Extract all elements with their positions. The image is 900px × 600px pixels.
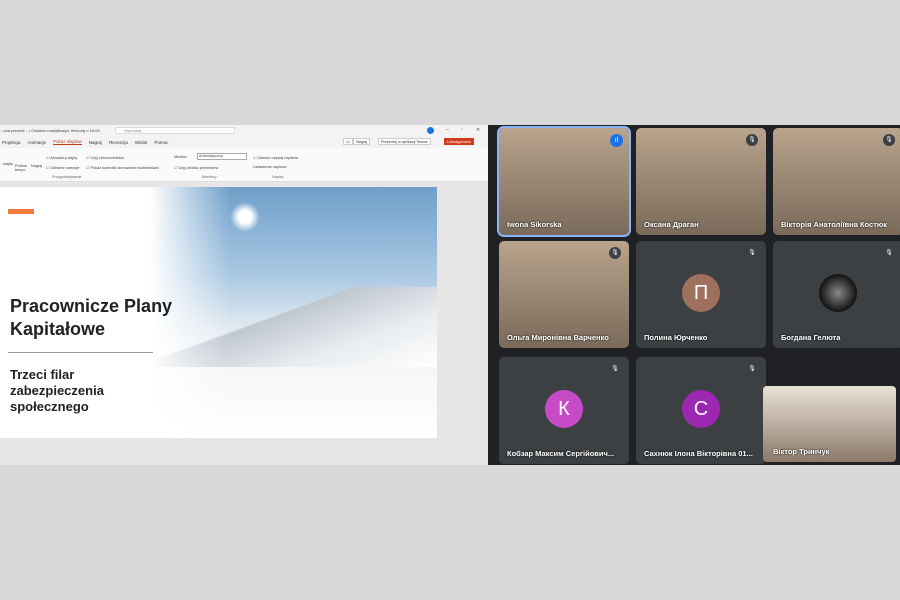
mic-muted-icon: 🎙 bbox=[746, 247, 758, 259]
group-monitors-label: Monitory bbox=[202, 175, 217, 179]
record-slideshow-button[interactable]: Nagraj bbox=[31, 164, 42, 168]
participant-name: Богдана Гелюта bbox=[781, 333, 841, 342]
participant-name: Iwona Sikorska bbox=[507, 220, 562, 229]
mic-muted-icon: 🎙 bbox=[609, 363, 621, 375]
restore-icon[interactable]: ▫ bbox=[461, 127, 463, 133]
divider bbox=[8, 352, 153, 353]
ribbon: ...slajdu Próbne tempo Nagraj Aktualizuj… bbox=[0, 148, 488, 182]
self-view[interactable]: Віктор Тринчук bbox=[763, 386, 896, 462]
group-captions-label: Napisy bbox=[272, 175, 284, 179]
powerpoint-window: ...ona prezent... • Ostatnio modyfikacja… bbox=[0, 125, 488, 465]
slide[interactable]: Pracownicze Plany Kapitałowe Trzeci fila… bbox=[0, 187, 437, 438]
present-teams-button[interactable]: Prezentuj w aplikacji Teams bbox=[378, 138, 431, 145]
participant-tile[interactable]: П 🎙 Полина Юрченко bbox=[636, 241, 766, 348]
participant-tile[interactable]: ıl Iwona Sikorska bbox=[497, 126, 631, 237]
use-timings-checkbox[interactable]: Użyj chronometrażu bbox=[86, 155, 124, 160]
participant-tile[interactable]: 🎙 Оксана Драган bbox=[636, 128, 766, 235]
mic-muted-icon: 🎙 bbox=[609, 247, 621, 259]
participant-photo bbox=[819, 274, 857, 312]
participant-name: Полина Юрченко bbox=[644, 333, 708, 342]
participant-avatar: С bbox=[682, 390, 720, 428]
participant-tile[interactable]: 🎙 Ольга Миронівна Варченко bbox=[499, 241, 629, 348]
slide-subtitle[interactable]: Trzeci filar zabezpieczenia społecznego bbox=[10, 367, 170, 415]
accent-bar bbox=[8, 209, 34, 214]
document-title[interactable]: ...ona prezent... • Ostatnio modyfikacja… bbox=[0, 128, 100, 133]
title-bar: ...ona prezent... • Ostatnio modyfikacja… bbox=[0, 125, 488, 136]
participant-name: Сахнюк Ілона Вікторівна 01... bbox=[644, 449, 753, 458]
mic-muted-icon: 🎙 bbox=[883, 247, 895, 259]
participant-tile[interactable]: С 🎙 Сахнюк Ілона Вікторівна 01... bbox=[636, 357, 766, 464]
participant-avatar: П bbox=[682, 274, 720, 312]
play-narrations-checkbox[interactable]: Odtwórz narracje bbox=[46, 165, 79, 170]
update-slides-checkbox[interactable]: Aktualizuj slajdy bbox=[46, 155, 77, 160]
mic-muted-icon: 🎙 bbox=[746, 134, 758, 146]
media-controls-checkbox[interactable]: Pokaż kontrolki sterowania multimediami bbox=[86, 165, 159, 170]
tab-animacje[interactable]: Animacje bbox=[28, 140, 47, 145]
from-current-slide-button[interactable]: ...slajdu bbox=[0, 162, 13, 166]
mic-muted-icon: 🎙 bbox=[746, 363, 758, 375]
search-input[interactable]: Wyszukaj bbox=[115, 127, 235, 134]
participant-tile[interactable]: 🎙 Богдана Гелюта bbox=[773, 241, 900, 348]
participant-name: Ольга Миронівна Варченко bbox=[507, 333, 609, 342]
slide-title[interactable]: Pracownicze Plany Kapitałowe bbox=[10, 295, 210, 341]
mic-muted-icon: 🎙 bbox=[883, 134, 895, 146]
presenter-view-checkbox[interactable]: Użyj widoku prezentera bbox=[174, 165, 217, 170]
self-view-name: Віктор Тринчук bbox=[773, 447, 830, 456]
tab-projekcja[interactable]: Projekcja bbox=[2, 140, 21, 145]
rehearse-button[interactable]: Próbne tempo bbox=[15, 164, 29, 172]
comments-icon[interactable]: ▭ bbox=[343, 138, 353, 145]
monitor-label: Monitor: bbox=[174, 155, 188, 159]
monitor-select[interactable]: Automatyczny bbox=[197, 153, 247, 160]
record-button[interactable]: Nagraj bbox=[353, 138, 371, 145]
always-captions-checkbox[interactable]: Zawsze używaj napisów bbox=[253, 155, 298, 160]
account-avatar[interactable] bbox=[427, 127, 434, 134]
participant-tile[interactable]: 🎙 Вікторія Анатоліївна Костюк bbox=[773, 128, 900, 235]
tab-recenzja[interactable]: Recenzja bbox=[109, 140, 128, 145]
group-setup-label: Przygotowywanie bbox=[52, 175, 82, 179]
participant-tile[interactable]: К 🎙 Кобзар Максим Сергійович... bbox=[499, 357, 629, 464]
participant-name: Оксана Драган bbox=[644, 220, 699, 229]
tab-pomoc[interactable]: Pomoc bbox=[154, 140, 168, 145]
participant-name: Вікторія Анатоліївна Костюк bbox=[781, 220, 888, 229]
minimize-icon[interactable]: – bbox=[446, 127, 449, 133]
tab-nagraj[interactable]: Nagraj bbox=[89, 140, 102, 145]
speaking-indicator-icon: ıl bbox=[610, 134, 623, 147]
meeting-grid: ıl Iwona Sikorska 🎙 Оксана Драган 🎙 Вікторія … bbox=[488, 125, 900, 465]
tab-widok[interactable]: Widok bbox=[135, 140, 148, 145]
share-button[interactable]: Udostępnianie bbox=[444, 138, 475, 145]
close-icon[interactable]: ✕ bbox=[476, 127, 480, 133]
participant-avatar: К bbox=[545, 390, 583, 428]
tab-pokaz-slajdow[interactable]: Pokaz slajdów bbox=[53, 139, 82, 145]
participant-name: Кобзар Максим Сергійович... bbox=[507, 449, 615, 458]
caption-settings-button[interactable]: Ustawienia napisów bbox=[253, 165, 287, 169]
slide-canvas: Pracownicze Plany Kapitałowe Trzeci fila… bbox=[0, 183, 488, 465]
screenshot: ...ona prezent... • Ostatnio modyfikacja… bbox=[0, 125, 900, 465]
ribbon-tabs: Projekcja Animacje Pokaz slajdów Nagraj … bbox=[0, 136, 488, 148]
